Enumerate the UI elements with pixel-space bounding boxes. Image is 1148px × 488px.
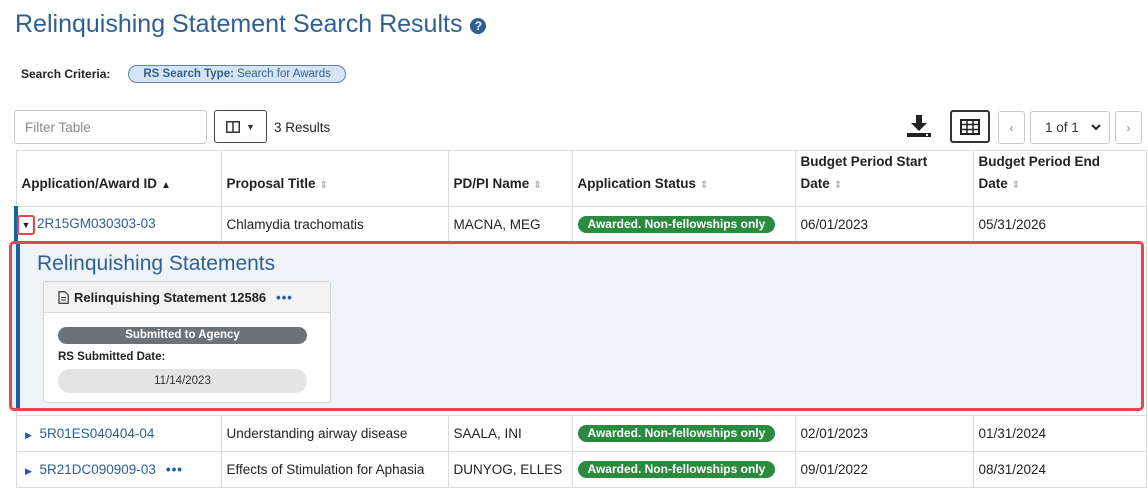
- budget-start-cell: 02/01/2023: [794, 415, 974, 452]
- proposal-title-cell: Understanding airway disease: [220, 415, 449, 452]
- rs-submitted-date-value: 11/14/2023: [58, 369, 307, 393]
- award-id-cell: ▼ 2R15GM030303-03: [14, 206, 222, 243]
- criteria-pill-key: RS Search Type:: [143, 68, 234, 80]
- caret-right-icon: ▶: [25, 430, 32, 440]
- expanded-row-indicator: [16, 244, 20, 408]
- row-expand-toggle[interactable]: ▶: [22, 466, 36, 477]
- pi-name-cell: SAALA, INI: [447, 415, 573, 452]
- more-icon[interactable]: •••: [276, 290, 293, 305]
- criteria-pill[interactable]: RS Search Type: Search for Awards: [128, 65, 346, 83]
- pager-select-value: 1 of 1: [1045, 120, 1079, 135]
- column-chooser-button[interactable]: ▼: [214, 110, 267, 143]
- chevron-down-icon: [1091, 124, 1101, 131]
- table-row: ▶ 5R21DC090909-03 ••• Effects of Stimulati…: [15, 451, 1147, 488]
- pager-next-button[interactable]: ›: [1115, 111, 1142, 144]
- rs-card-header: Relinquishing Statement 12586 •••: [44, 282, 330, 313]
- status-cell: Awarded. Non-fellowships only: [571, 206, 796, 243]
- award-id-cell: ▶ 5R01ES040404-04: [15, 415, 222, 452]
- column-header-award-id[interactable]: Application/Award ID ▲: [15, 150, 222, 207]
- column-header-label: Proposal Title: [226, 176, 316, 191]
- column-header-label: Application Status: [577, 176, 697, 191]
- relinquishing-statements-panel: Relinquishing Statements Relinquishing S…: [9, 241, 1144, 411]
- column-header-label: Budget Period End Date: [978, 154, 1101, 191]
- status-badge: Awarded. Non-fellowships only: [577, 216, 776, 233]
- sort-asc-icon: ▲: [161, 180, 171, 191]
- column-header-label: PD/PI Name: [453, 176, 530, 191]
- sort-icon: ⇕: [833, 180, 843, 191]
- sort-icon: ⇕: [1011, 180, 1021, 191]
- grid-view-button[interactable]: [950, 110, 990, 143]
- caret-right-icon: ▶: [25, 466, 32, 476]
- row-collapse-toggle[interactable]: ▼: [17, 214, 35, 235]
- page-title: Relinquishing Statement Search Results ?: [15, 10, 487, 39]
- budget-end-cell: 01/31/2024: [972, 415, 1147, 452]
- filter-table-input[interactable]: [14, 110, 207, 144]
- award-id-cell: ▶ 5R21DC090909-03 •••: [15, 451, 222, 488]
- award-id-link[interactable]: 5R01ES040404-04: [40, 426, 155, 441]
- rs-status-badge: Submitted to Agency: [58, 327, 307, 344]
- column-header-label: Application/Award ID: [21, 176, 158, 191]
- column-header-budget-start[interactable]: Budget Period Start Date ⇕: [794, 150, 974, 207]
- relinquishing-statements-title: Relinquishing Statements: [37, 252, 276, 275]
- column-header-proposal-title[interactable]: Proposal Title ⇕: [220, 150, 449, 207]
- sort-icon: ⇕: [319, 180, 328, 191]
- page-title-text: Relinquishing Statement Search Results: [15, 10, 463, 38]
- criteria-pill-value: Search for Awards: [237, 68, 331, 80]
- row-expand-toggle[interactable]: ▶: [22, 430, 36, 441]
- document-icon: [58, 290, 69, 304]
- results-count: 3 Results: [274, 120, 331, 135]
- budget-start-cell: 09/01/2022: [794, 451, 974, 488]
- pager-prev-button[interactable]: ‹: [998, 111, 1025, 144]
- column-header-pi-name[interactable]: PD/PI Name ⇕: [447, 150, 573, 207]
- pager-select[interactable]: 1 of 1: [1030, 111, 1110, 144]
- column-header-application-status[interactable]: Application Status ⇕: [571, 150, 796, 207]
- status-cell: Awarded. Non-fellowships only: [571, 415, 796, 452]
- chevron-right-icon: ›: [1126, 120, 1131, 135]
- award-id-link[interactable]: 2R15GM030303-03: [37, 216, 156, 231]
- grid-view-icon: [960, 118, 980, 135]
- search-criteria-label: Search Criteria:: [21, 67, 111, 81]
- sort-icon: ⇕: [700, 180, 709, 191]
- column-header-label: Budget Period Start Date: [800, 154, 928, 191]
- budget-end-cell: 08/31/2024: [972, 451, 1147, 488]
- more-icon[interactable]: •••: [166, 462, 183, 477]
- relinquishing-statement-card: Relinquishing Statement 12586 ••• Submit…: [43, 281, 331, 403]
- rs-submitted-date-label: RS Submitted Date:: [58, 351, 166, 363]
- columns-icon: [226, 120, 241, 133]
- pi-name-cell: DUNYOG, ELLES: [447, 451, 573, 488]
- proposal-title-cell: Effects of Stimulation for Aphasia: [220, 451, 449, 488]
- column-header-budget-end[interactable]: Budget Period End Date ⇕: [972, 150, 1147, 207]
- search-criteria: Search Criteria: RS Search Type: Search …: [21, 65, 346, 83]
- rs-card-title[interactable]: Relinquishing Statement 12586: [74, 290, 266, 305]
- caret-down-icon: ▼: [246, 121, 255, 132]
- chevron-left-icon: ‹: [1009, 120, 1014, 135]
- budget-start-cell: 06/01/2023: [794, 206, 974, 243]
- status-cell: Awarded. Non-fellowships only: [571, 451, 796, 488]
- help-icon[interactable]: ?: [470, 18, 487, 34]
- status-badge: Awarded. Non-fellowships only: [577, 425, 776, 442]
- sort-icon: ⇕: [533, 180, 542, 191]
- caret-down-icon: ▼: [21, 219, 31, 230]
- table-row: ▶ 5R01ES040404-04 Understanding airway di…: [15, 415, 1147, 452]
- pi-name-cell: MACNA, MEG: [447, 206, 573, 243]
- status-badge: Awarded. Non-fellowships only: [577, 461, 776, 478]
- download-icon[interactable]: [906, 114, 932, 138]
- award-id-link[interactable]: 5R21DC090909-03: [40, 462, 156, 477]
- proposal-title-cell: Chlamydia trachomatis: [220, 206, 449, 243]
- table-row: ▼ 2R15GM030303-03 Chlamydia trachomatis M…: [14, 206, 1147, 243]
- budget-end-cell: 05/31/2026: [972, 206, 1147, 243]
